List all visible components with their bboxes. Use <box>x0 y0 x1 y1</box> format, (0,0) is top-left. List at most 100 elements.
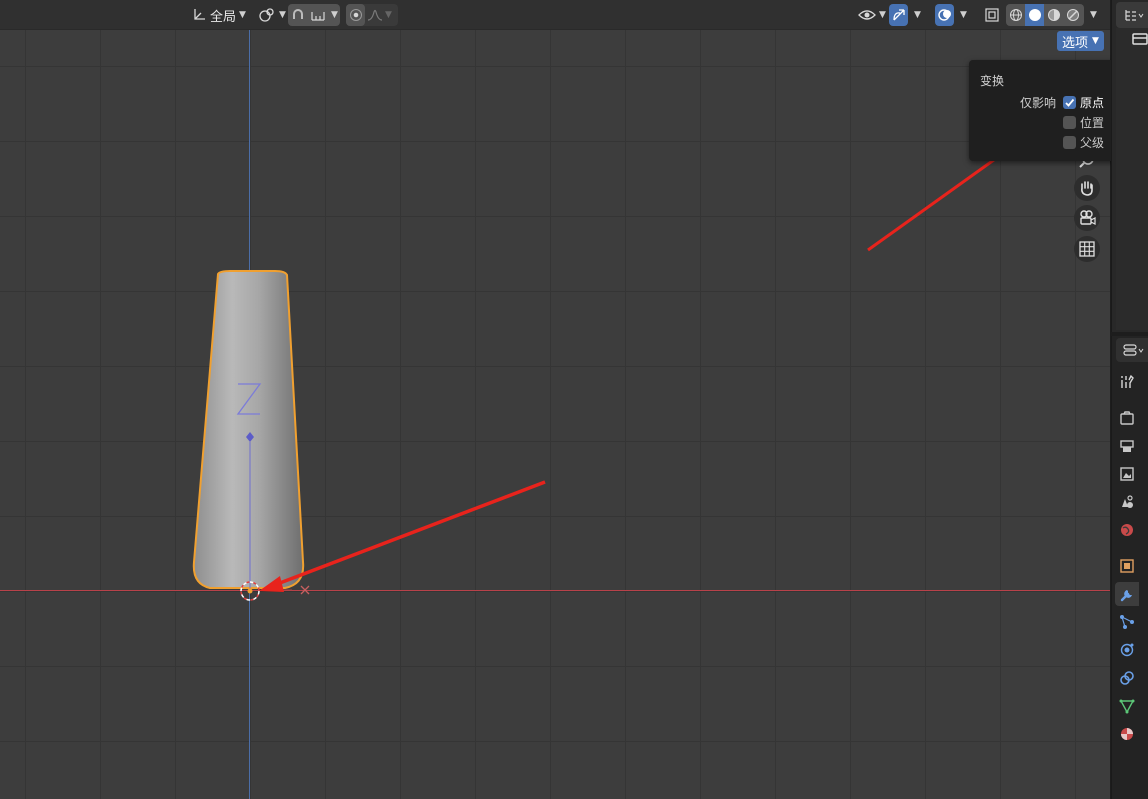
transform-orientation-dropdown[interactable]: 全局 ▼ <box>187 4 250 26</box>
shading-options-dropdown[interactable]: ▼ <box>1086 4 1101 26</box>
shading-solid[interactable] <box>1025 4 1044 26</box>
scene-icon <box>1122 495 1133 508</box>
chevron-down-icon: ▼ <box>385 10 392 20</box>
output-icon <box>1120 440 1134 452</box>
xray-icon <box>985 8 999 22</box>
tool-icon <box>1121 374 1134 388</box>
tab-world[interactable] <box>1115 518 1139 542</box>
wireframe-icon <box>1009 9 1022 21</box>
transform-orientation-label: 全局 <box>210 9 237 25</box>
snap-toggle[interactable] <box>288 4 307 26</box>
checkbox-label: 父级 <box>1080 135 1105 150</box>
options-label: 选项 <box>1062 35 1089 51</box>
tab-output[interactable] <box>1115 434 1139 458</box>
tab-scene[interactable] <box>1115 490 1139 514</box>
affect-origins-checkbox[interactable]: 原点 <box>1063 94 1104 110</box>
snap-target-dropdown[interactable] <box>307 4 329 26</box>
proportional-editing-group[interactable]: ▼ <box>346 4 398 26</box>
tab-render[interactable] <box>1115 406 1139 430</box>
checkmark-icon <box>1065 98 1075 107</box>
transform-orientation-icon <box>194 9 205 20</box>
tab-data[interactable] <box>1115 694 1139 718</box>
collection-box-icon <box>1132 33 1148 45</box>
tab-physics[interactable] <box>1115 638 1139 662</box>
hand-pan-icon <box>1081 181 1093 196</box>
shading-mode-group[interactable] <box>1006 4 1084 26</box>
viewport-header: 全局 ▼ ▼ ▼ ▼ ▼ ▼ ▼ ▼ <box>0 0 1110 30</box>
affect-locations-checkbox[interactable]: 位置 <box>1063 114 1104 130</box>
tab-constraints[interactable] <box>1115 666 1139 690</box>
camera-view-button[interactable] <box>1074 205 1100 231</box>
data-icon <box>1119 699 1135 714</box>
overlay-group[interactable]: ▼ <box>935 4 975 26</box>
3d-cursor-icon[interactable] <box>238 579 262 603</box>
xray-toggle[interactable] <box>980 4 1004 26</box>
properties-editor-type-icon <box>1123 344 1144 356</box>
object-icon <box>1120 559 1134 573</box>
affect-parents-checkbox[interactable]: 父级 <box>1063 134 1104 150</box>
proportional-editing-toggle[interactable] <box>346 4 365 26</box>
shading-rendered[interactable] <box>1063 4 1082 26</box>
z-axis-gizmo <box>236 383 262 415</box>
checkbox-checked[interactable] <box>1063 95 1076 109</box>
overlay-toggle[interactable] <box>935 4 954 26</box>
view-layer-icon <box>1120 467 1134 481</box>
chevron-down-icon: ▼ <box>239 10 246 20</box>
falloff-dropdown[interactable] <box>365 4 385 26</box>
render-icon <box>1120 411 1134 425</box>
shading-material-preview[interactable] <box>1044 4 1063 26</box>
pan-button[interactable] <box>1074 175 1100 201</box>
tab-tool[interactable] <box>1115 370 1139 394</box>
chevron-down-icon: ▼ <box>879 10 886 20</box>
options-dropdown[interactable]: 选项 ▼ <box>1057 31 1104 51</box>
world-icon <box>1121 524 1133 536</box>
affect-only-label: 仅影响 <box>1020 96 1057 110</box>
gizmo-group[interactable]: ▼ <box>889 4 929 26</box>
shading-wireframe[interactable] <box>1006 4 1025 26</box>
properties-header[interactable] <box>1116 338 1148 362</box>
falloff-curve-icon <box>367 9 383 21</box>
outliner-editor-type-icon <box>1125 10 1144 21</box>
ortho-grid-icon <box>1079 241 1095 257</box>
physics-icon <box>1120 643 1134 657</box>
material-preview-icon <box>1047 9 1060 21</box>
outliner-body <box>1116 28 1148 330</box>
popup-title: 变换 <box>980 74 1005 88</box>
checkbox-unchecked[interactable] <box>1063 115 1076 129</box>
gizmo-icon <box>892 9 905 21</box>
constraints-icon <box>1120 671 1134 685</box>
particles-icon <box>1120 615 1134 629</box>
gizmo-toggle[interactable] <box>889 4 908 26</box>
chevron-down-icon: ▼ <box>279 10 286 20</box>
chevron-down-icon: ▼ <box>1090 10 1097 20</box>
proportional-editing-icon <box>349 9 362 21</box>
tab-material[interactable] <box>1115 722 1139 746</box>
solid-icon <box>1028 9 1041 21</box>
chevron-down-icon: ▼ <box>960 10 967 20</box>
local-z-axis <box>246 432 254 590</box>
outliner-header[interactable] <box>1116 2 1148 28</box>
x-axis-line <box>0 590 1110 591</box>
snap-increment-icon <box>311 12 325 21</box>
x-axis-gizmo <box>264 585 310 595</box>
tab-object[interactable] <box>1115 554 1139 578</box>
checkbox-label: 原点 <box>1080 95 1105 110</box>
snap-icon <box>292 9 303 19</box>
tab-modifiers[interactable] <box>1115 582 1139 606</box>
camera-view-icon <box>1080 210 1096 225</box>
checkbox-label: 位置 <box>1080 115 1105 130</box>
modifier-icon <box>1120 590 1132 602</box>
object-visibility-icon <box>858 10 876 20</box>
checkbox-unchecked[interactable] <box>1063 135 1076 149</box>
tab-particles[interactable] <box>1115 610 1139 634</box>
pivot-point-dropdown[interactable]: ▼ <box>254 4 290 26</box>
chevron-down-icon: ▼ <box>331 10 338 20</box>
rendered-icon <box>1066 9 1079 21</box>
3d-viewport[interactable]: Z <box>0 0 1110 799</box>
tab-view-layer[interactable] <box>1115 462 1139 486</box>
chevron-down-icon: ▼ <box>1092 36 1099 46</box>
pivot-point-icon <box>259 8 274 22</box>
object-visibility-dropdown[interactable]: ▼ <box>854 4 890 26</box>
ortho-toggle-button[interactable] <box>1074 236 1100 262</box>
snap-group[interactable]: ▼ <box>288 4 340 26</box>
